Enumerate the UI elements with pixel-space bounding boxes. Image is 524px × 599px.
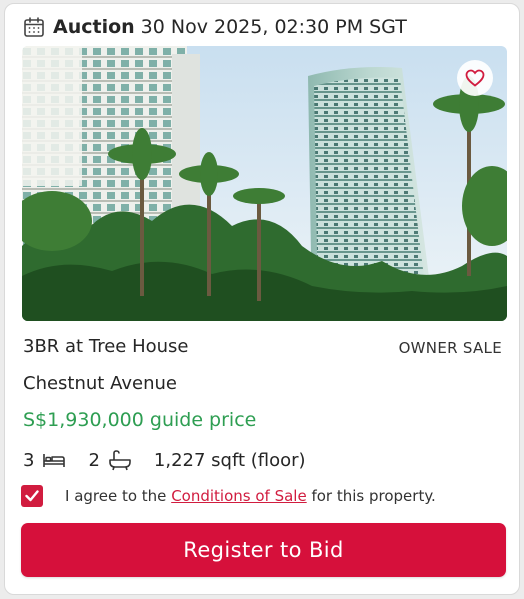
listing-title[interactable]: 3BR at Tree House [23, 336, 188, 357]
agree-checkbox[interactable] [21, 485, 43, 507]
bedrooms-spec: 3 [23, 450, 66, 471]
bed-icon [43, 454, 66, 467]
heart-icon [465, 69, 485, 87]
listing-card[interactable]: Auction 30 Nov 2025, 02:30 PM SGT 3BR at… [4, 3, 520, 595]
checkmark-icon [25, 490, 39, 502]
floor-area-spec: 1,227 sqft (floor) [154, 450, 306, 471]
auction-header: Auction 30 Nov 2025, 02:30 PM SGT [23, 14, 407, 40]
bedrooms-count: 3 [23, 449, 35, 471]
calendar-icon [24, 17, 44, 37]
listing-street: Chestnut Avenue [23, 373, 177, 394]
sale-type-badge: OWNER SALE [398, 339, 502, 357]
auction-label: Auction [53, 16, 135, 38]
bathtub-icon [109, 450, 131, 471]
agreement-text-before: I agree to the [65, 487, 172, 505]
agreement-text: I agree to the Conditions of Sale for th… [65, 487, 436, 505]
property-specs: 3 2 1,227 sqft (floor) [23, 447, 328, 473]
auction-datetime: 30 Nov 2025, 02:30 PM SGT [140, 16, 407, 38]
conditions-agreement: I agree to the Conditions of Sale for th… [21, 484, 436, 508]
property-photo[interactable] [22, 46, 507, 321]
favorite-button[interactable] [457, 60, 493, 96]
guide-price: S$1,930,000 guide price [23, 409, 257, 431]
register-to-bid-button[interactable]: Register to Bid [21, 523, 506, 577]
agreement-text-after: for this property. [306, 487, 436, 505]
bathrooms-spec: 2 [88, 449, 131, 471]
bathrooms-count: 2 [88, 449, 100, 471]
floor-area: 1,227 sqft (floor) [153, 449, 306, 471]
conditions-of-sale-link[interactable]: Conditions of Sale [171, 487, 307, 505]
